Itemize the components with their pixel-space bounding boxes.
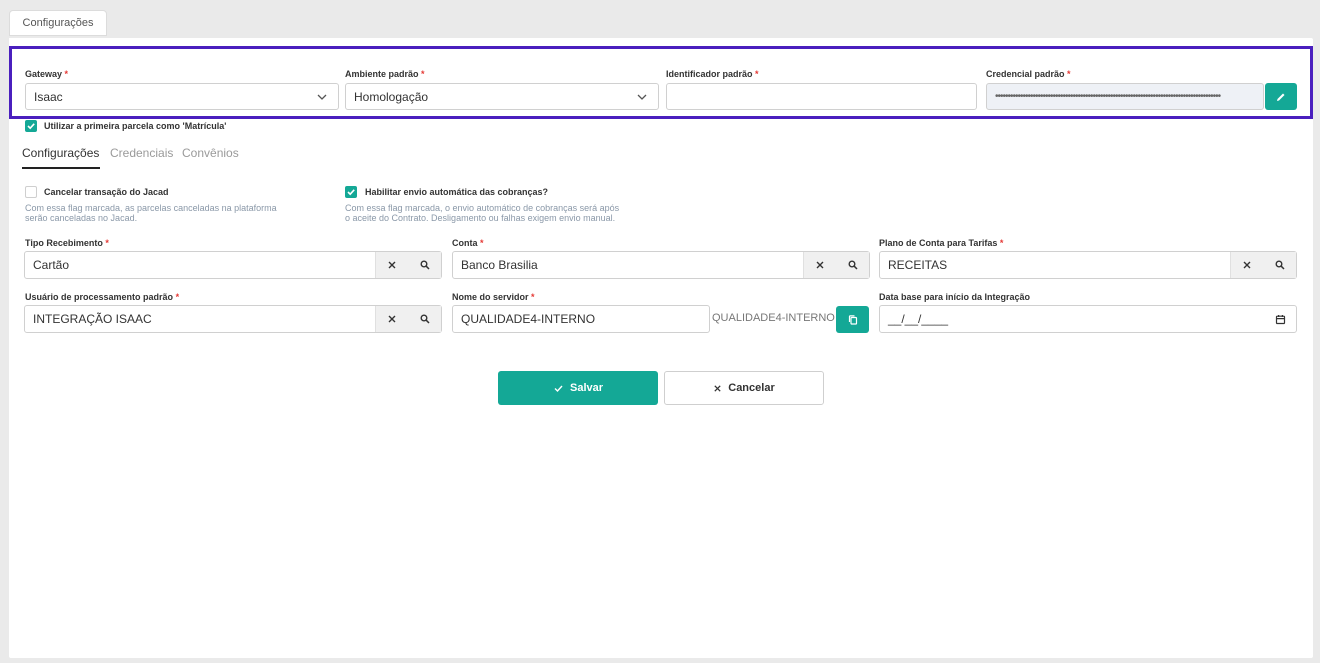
gateway-value: Isaac xyxy=(34,89,63,104)
credencial-label: Credencial padrão * xyxy=(986,69,1071,79)
identificador-input[interactable] xyxy=(666,83,977,110)
clear-plano-button[interactable] xyxy=(1230,252,1263,278)
plano-conta-lookup[interactable]: RECEITAS xyxy=(879,251,1297,279)
search-icon xyxy=(420,314,430,324)
clear-usuario-button[interactable] xyxy=(375,306,408,332)
cancel-button[interactable]: Cancelar xyxy=(664,371,824,405)
clear-conta-button[interactable] xyxy=(803,252,836,278)
tipo-recebimento-value: Cartão xyxy=(33,258,70,272)
gateway-section: Gateway * Isaac Ambiente padrão * Homolo… xyxy=(9,46,1313,119)
check-icon xyxy=(27,123,35,130)
close-icon xyxy=(714,384,721,392)
search-icon xyxy=(848,260,858,270)
chevron-down-icon xyxy=(637,94,647,100)
matricula-checkbox[interactable] xyxy=(25,120,37,132)
tab-configuracoes[interactable]: Configurações xyxy=(22,146,99,160)
save-button[interactable]: Salvar xyxy=(498,371,658,405)
servidor-text: QUALIDADE4-INTERNO xyxy=(712,312,835,324)
gateway-label: Gateway * xyxy=(25,69,69,79)
matricula-label: Utilizar a primeira parcela como 'Matríc… xyxy=(44,121,227,131)
ambiente-select[interactable]: Homologação xyxy=(345,83,659,110)
cancelar-help-line2: serão canceladas no Jacad. xyxy=(25,213,138,223)
close-icon xyxy=(388,261,396,269)
cancelar-jacad-label: Cancelar transação do Jacad xyxy=(44,187,169,197)
tab-convenios[interactable]: Convênios xyxy=(182,146,239,160)
credencial-value: ••••••••••••••••••••••••••••••••••••••••… xyxy=(995,91,1221,102)
copy-servidor-button[interactable] xyxy=(836,306,869,333)
data-base-input[interactable]: __/__/____ xyxy=(879,305,1297,333)
credencial-input[interactable]: ••••••••••••••••••••••••••••••••••••••••… xyxy=(986,83,1264,110)
cancelar-help-line1: Com essa flag marcada, as parcelas cance… xyxy=(25,203,277,213)
edit-credencial-button[interactable] xyxy=(1265,83,1297,110)
close-icon xyxy=(388,315,396,323)
search-icon xyxy=(1275,260,1285,270)
plano-conta-label: Plano de Conta para Tarifas * xyxy=(879,238,1004,248)
ambiente-value: Homologação xyxy=(354,89,429,104)
servidor-value: QUALIDADE4-INTERNO xyxy=(461,312,596,326)
tab-configuracoes-top[interactable]: Configurações xyxy=(9,10,107,36)
active-tab-indicator xyxy=(22,167,100,169)
identificador-label: Identificador padrão * xyxy=(666,69,759,79)
servidor-label: Nome do servidor * xyxy=(452,292,535,302)
close-icon xyxy=(816,261,824,269)
main-panel xyxy=(9,38,1313,658)
check-icon xyxy=(554,385,563,392)
cancelar-jacad-checkbox[interactable] xyxy=(25,186,37,198)
clear-tipo-button[interactable] xyxy=(375,252,408,278)
tab-credenciais[interactable]: Credenciais xyxy=(110,146,173,160)
usuario-processamento-label: Usuário de processamento padrão * xyxy=(25,292,180,302)
habilitar-envio-checkbox[interactable] xyxy=(345,186,357,198)
data-base-value: __/__/____ xyxy=(888,312,949,326)
habilitar-envio-help: Com essa flag marcada, o envio automátic… xyxy=(345,203,619,223)
search-usuario-button[interactable] xyxy=(408,306,441,332)
habilitar-help-line1: Com essa flag marcada, o envio automátic… xyxy=(345,203,620,213)
usuario-processamento-value: INTEGRAÇÃO ISAAC xyxy=(33,312,152,326)
ambiente-label: Ambiente padrão * xyxy=(345,69,425,79)
copy-icon xyxy=(848,314,857,325)
search-tipo-button[interactable] xyxy=(408,252,441,278)
conta-lookup[interactable]: Banco Brasilia xyxy=(452,251,870,279)
data-base-label: Data base para início da Integração xyxy=(879,292,1031,302)
chevron-down-icon xyxy=(317,94,327,100)
cancelar-jacad-help: Com essa flag marcada, as parcelas cance… xyxy=(25,203,277,223)
habilitar-help-line2: o aceite do Contrato. Desligamento ou fa… xyxy=(345,213,616,223)
usuario-processamento-lookup[interactable]: INTEGRAÇÃO ISAAC xyxy=(24,305,442,333)
gateway-select[interactable]: Isaac xyxy=(25,83,339,110)
calendar-icon[interactable] xyxy=(1275,314,1286,325)
plano-conta-value: RECEITAS xyxy=(888,258,948,272)
conta-label: Conta * xyxy=(452,238,484,248)
tipo-recebimento-lookup[interactable]: Cartão xyxy=(24,251,442,279)
close-icon xyxy=(1243,261,1251,269)
search-conta-button[interactable] xyxy=(836,252,869,278)
conta-value: Banco Brasilia xyxy=(461,258,538,272)
servidor-input[interactable]: QUALIDADE4-INTERNO xyxy=(452,305,710,333)
cancel-label: Cancelar xyxy=(728,382,775,394)
pencil-icon xyxy=(1277,93,1285,101)
check-icon xyxy=(347,189,355,196)
save-label: Salvar xyxy=(569,382,604,394)
search-plano-button[interactable] xyxy=(1263,252,1296,278)
habilitar-envio-label: Habilitar envio automática das cobranças… xyxy=(365,187,549,197)
search-icon xyxy=(420,260,430,270)
tipo-recebimento-label: Tipo Recebimento * xyxy=(25,238,109,248)
